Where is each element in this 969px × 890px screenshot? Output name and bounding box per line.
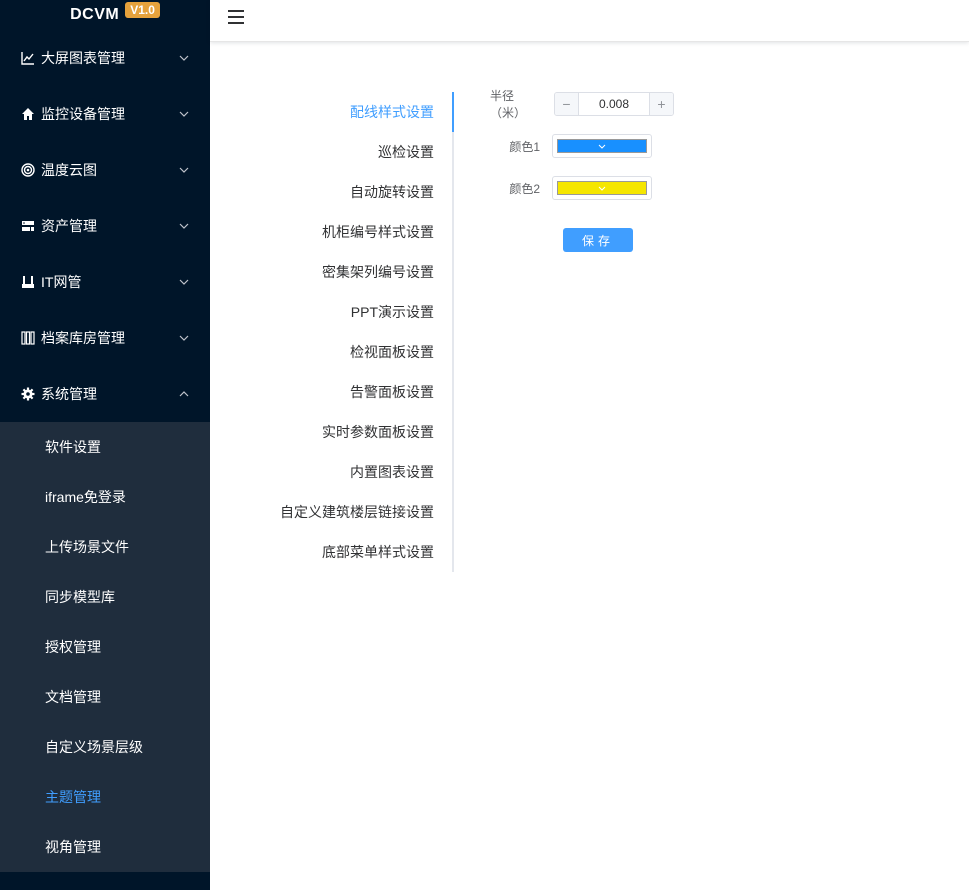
submenu-item-sync-models[interactable]: 同步模型库 [0, 572, 210, 622]
chevron-up-icon [178, 388, 190, 400]
chevron-down-icon [598, 186, 606, 191]
tab-alarm-panel[interactable]: 告警面板设置 [270, 372, 452, 412]
tab-builtin-charts[interactable]: 内置图表设置 [270, 452, 452, 492]
menu-label: 监控设备管理 [41, 106, 125, 122]
gear-icon [20, 386, 36, 402]
sidebar: DCVM V1.0 大屏图表管理 监控设备管理 温度云图 资产管理 IT网管 档… [0, 0, 210, 890]
wiring-style-form: 半径（米） − 0.008 + 颜色1 颜色2 保存 [474, 89, 674, 252]
network-icon [20, 274, 36, 290]
version-badge: V1.0 [125, 2, 160, 18]
save-button[interactable]: 保存 [563, 228, 633, 252]
submenu-item-viewpoints[interactable]: 视角管理 [0, 822, 210, 872]
color2-label: 颜色2 [509, 181, 540, 196]
increment-button[interactable]: + [649, 93, 673, 115]
menu-item-charts[interactable]: 大屏图表管理 [0, 30, 210, 86]
top-header [210, 0, 969, 42]
menu-item-archive[interactable]: 档案库房管理 [0, 310, 210, 366]
radius-stepper: − 0.008 + [554, 92, 674, 116]
menu-item-temperature[interactable]: 温度云图 [0, 142, 210, 198]
menu-item-monitor[interactable]: 监控设备管理 [0, 86, 210, 142]
tab-realtime-panel[interactable]: 实时参数面板设置 [270, 412, 452, 452]
tab-building-floor-links[interactable]: 自定义建筑楼层链接设置 [270, 492, 452, 532]
menu-label: 档案库房管理 [41, 330, 125, 346]
tab-cabinet-number-style[interactable]: 机柜编号样式设置 [270, 212, 452, 252]
tab-wiring-style[interactable]: 配线样式设置 [270, 92, 454, 132]
chevron-down-icon [178, 276, 190, 288]
chevron-down-icon [598, 144, 606, 149]
tab-ppt-demo[interactable]: PPT演示设置 [270, 292, 452, 332]
color1-swatch [557, 139, 647, 153]
color1-picker[interactable] [552, 134, 652, 158]
submenu-item-iframe-login[interactable]: iframe免登录 [0, 472, 210, 522]
brand: DCVM V1.0 [0, 0, 210, 30]
submenu-item-software-settings[interactable]: 软件设置 [0, 422, 210, 472]
color2-swatch [557, 181, 647, 195]
chevron-down-icon [178, 108, 190, 120]
radius-label: 半径（米） [490, 89, 527, 120]
radius-input[interactable]: 0.008 [579, 93, 649, 115]
tab-auto-rotate[interactable]: 自动旋转设置 [270, 172, 452, 212]
chevron-down-icon [178, 220, 190, 232]
submenu-item-scene-levels[interactable]: 自定义场景层级 [0, 722, 210, 772]
color2-picker[interactable] [552, 176, 652, 200]
archive-icon [20, 330, 36, 346]
menu-item-assets[interactable]: 资产管理 [0, 198, 210, 254]
chevron-down-icon [178, 52, 190, 64]
menu-label: IT网管 [41, 274, 82, 290]
chevron-down-icon [178, 164, 190, 176]
decrement-button[interactable]: − [555, 93, 579, 115]
tab-inspect-panel[interactable]: 检视面板设置 [270, 332, 452, 372]
menu-label: 资产管理 [41, 218, 97, 234]
hamburger-menu-icon[interactable] [228, 10, 244, 24]
home-icon [20, 106, 36, 122]
chevron-down-icon [178, 332, 190, 344]
color1-row: 颜色1 [474, 134, 674, 158]
submenu-item-license[interactable]: 授权管理 [0, 622, 210, 672]
target-icon [20, 162, 36, 178]
settings-tabs: 配线样式设置 巡检设置 自动旋转设置 机柜编号样式设置 密集架列编号设置 PPT… [270, 92, 454, 572]
system-submenu: 软件设置 iframe免登录 上传场景文件 同步模型库 授权管理 文档管理 自定… [0, 422, 210, 872]
color1-label: 颜色1 [509, 139, 540, 154]
color2-row: 颜色2 [474, 176, 674, 200]
menu-label: 大屏图表管理 [41, 50, 125, 66]
radius-row: 半径（米） − 0.008 + [474, 89, 674, 120]
tab-dense-shelf-number[interactable]: 密集架列编号设置 [270, 252, 452, 292]
menu-label: 系统管理 [41, 386, 97, 402]
tab-bottom-menu-style[interactable]: 底部菜单样式设置 [270, 532, 452, 572]
submenu-item-upload-scene[interactable]: 上传场景文件 [0, 522, 210, 572]
menu-item-it-network[interactable]: IT网管 [0, 254, 210, 310]
menu-label: 温度云图 [41, 162, 97, 178]
brand-name: DCVM [70, 6, 120, 23]
line-chart-icon [20, 50, 36, 66]
server-icon [20, 218, 36, 234]
submenu-item-documents[interactable]: 文档管理 [0, 672, 210, 722]
tab-inspection[interactable]: 巡检设置 [270, 132, 452, 172]
menu-item-system[interactable]: 系统管理 [0, 366, 210, 422]
submenu-item-theme[interactable]: 主题管理 [0, 772, 210, 822]
